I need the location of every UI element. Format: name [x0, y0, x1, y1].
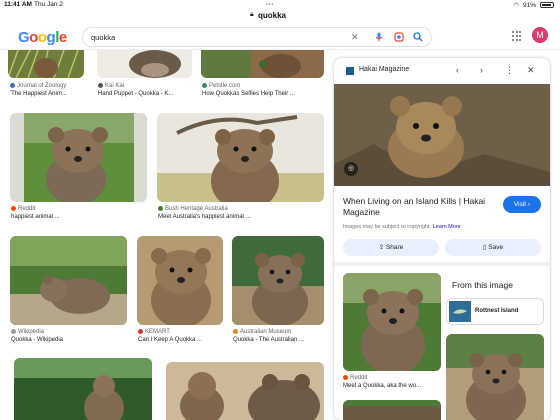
panel-header: Hakai Magazine ‹ › ⋮ ✕ [334, 58, 550, 84]
site-favicon-icon [346, 67, 354, 75]
image-result-tile[interactable] [97, 50, 192, 78]
image-result-tile[interactable] [201, 50, 324, 78]
preview-image[interactable] [334, 84, 550, 186]
image-result-tile[interactable] [8, 50, 84, 78]
reddit-icon [343, 374, 348, 380]
reddit-icon [11, 205, 16, 211]
visit-button[interactable]: Visit › [503, 196, 541, 213]
result-caption[interactable]: Kai Kai Hand Puppet - Quokka - K... [98, 82, 192, 98]
more-vert-icon[interactable]: ⋮ [505, 65, 514, 76]
google-header: Google ✕ M [0, 24, 560, 50]
panel-site-name[interactable]: Hakai Magazine [359, 66, 409, 73]
status-bar: 11:41 AM Thu Jan 2 ••• ◠ 91% [0, 0, 560, 10]
site-favicon-icon [98, 82, 103, 88]
status-time: 11:41 AM [4, 1, 32, 8]
bookmark-icon: ▯ [482, 244, 487, 251]
image-result-tile[interactable] [232, 236, 324, 325]
chevron-right-icon[interactable]: › [480, 65, 483, 75]
url-text[interactable]: quokka [258, 11, 286, 20]
microphone-icon[interactable] [375, 32, 383, 44]
image-result-tile[interactable] [14, 358, 152, 420]
entity-chip-rottnest-island[interactable]: Rottnest Island [446, 298, 544, 325]
battery-percent: 91% [522, 1, 536, 9]
result-caption[interactable]: Journal of Zoology 'The Happiest Anim... [10, 82, 88, 98]
image-result-tile[interactable] [10, 113, 147, 202]
lens-icon[interactable] [394, 32, 404, 44]
from-this-image-heading: From this image [452, 280, 513, 290]
related-image-tile[interactable] [343, 400, 441, 420]
wifi-icon: ◠ [513, 2, 519, 9]
island-thumbnail [449, 301, 471, 322]
google-images-page: 11:41 AM Thu Jan 2 ••• ◠ 91% 🔒︎ quokka G… [0, 0, 560, 420]
result-caption[interactable]: Australian Museum Quokka - The Australia… [233, 328, 325, 344]
share-button[interactable]: ⇪ Share [343, 239, 439, 256]
save-button[interactable]: ▯ Save [445, 239, 541, 256]
search-box[interactable]: ✕ [82, 27, 432, 47]
search-input[interactable] [91, 31, 341, 44]
result-caption[interactable]: Reddit happiest animal ... [11, 205, 147, 221]
copyright-note: Images may be subject to copyright. Lear… [343, 224, 461, 230]
result-caption[interactable]: Petstle.com How Quokkas Selfies Help The… [202, 82, 326, 98]
site-favicon-icon [233, 328, 238, 334]
chevron-left-icon[interactable]: ‹ [456, 65, 459, 75]
site-favicon-icon [10, 82, 15, 88]
multitasking-dots-icon[interactable]: ••• [266, 2, 274, 8]
image-preview-panel: Hakai Magazine ‹ › ⋮ ✕ ◎ When Living on … [334, 58, 550, 420]
lock-icon: 🔒︎ [250, 11, 254, 18]
image-result-tile[interactable] [10, 236, 127, 325]
image-result-tile[interactable] [137, 236, 223, 325]
site-favicon-icon [202, 82, 207, 88]
related-caption[interactable]: Reddit Meet a Quokka, aka the wo... [343, 374, 443, 390]
learn-more-link[interactable]: Learn More [433, 224, 461, 230]
result-caption[interactable]: KEMART Can I Keep A Quokka ... [138, 328, 226, 344]
panel-title[interactable]: When Living on an Island Kills | Hakai M… [343, 196, 493, 218]
status-date: Thu Jan 2 [34, 1, 63, 8]
related-image-tile[interactable] [446, 334, 544, 420]
google-logo[interactable]: Google [18, 29, 67, 46]
close-icon[interactable]: ✕ [527, 65, 535, 76]
avatar[interactable]: M [532, 27, 548, 43]
search-icon[interactable] [413, 32, 423, 44]
result-caption[interactable]: Wikipedia Quokka - Wikipedia [11, 328, 127, 344]
clear-icon[interactable]: ✕ [351, 32, 359, 43]
battery-icon [540, 2, 554, 8]
result-caption[interactable]: Bush Heritage Australia Meet Australia's… [158, 205, 324, 221]
share-icon: ⇪ [378, 244, 385, 251]
apps-grid-icon[interactable] [512, 31, 522, 41]
address-bar[interactable]: 🔒︎ quokka [0, 10, 560, 24]
image-result-tile[interactable] [157, 113, 324, 202]
divider [334, 262, 550, 266]
wikipedia-icon [11, 328, 16, 334]
site-favicon-icon [138, 328, 143, 334]
site-favicon-icon [158, 205, 163, 211]
image-result-tile[interactable] [166, 362, 324, 420]
lens-search-icon[interactable]: ◎ [344, 162, 358, 176]
related-image-tile[interactable] [343, 273, 441, 371]
